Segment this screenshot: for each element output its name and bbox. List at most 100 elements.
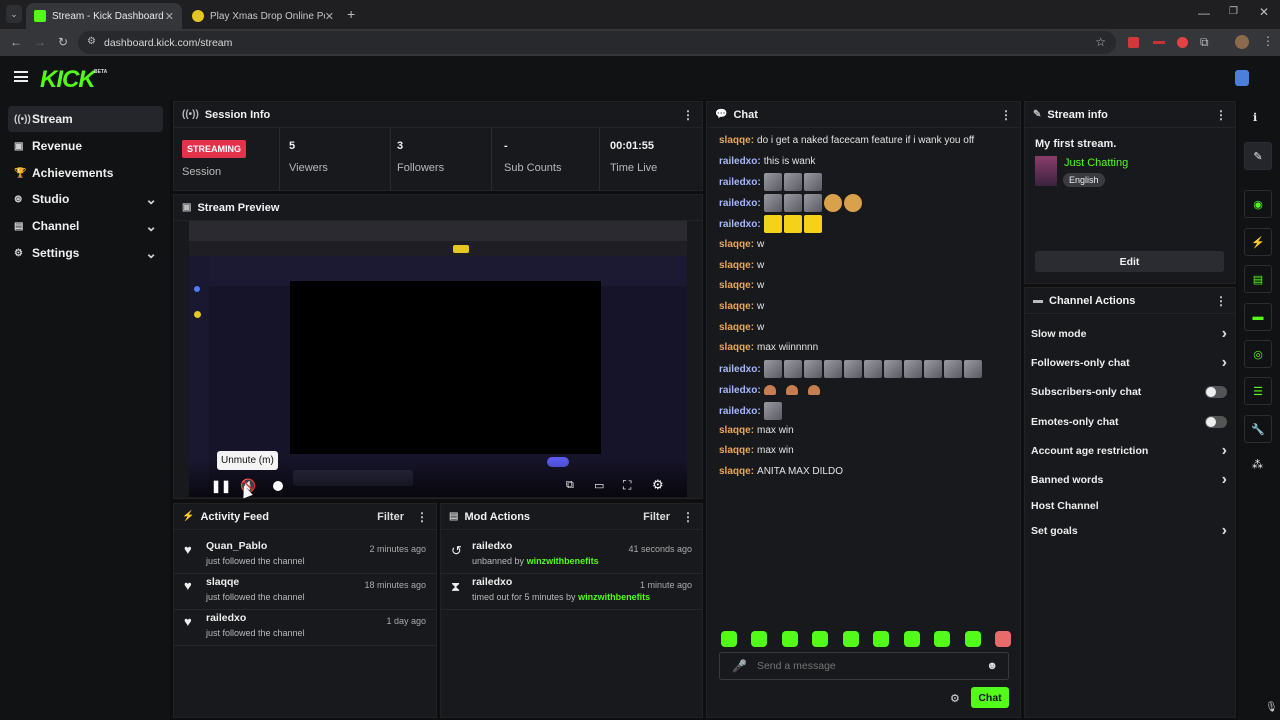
- layout-tool-icon[interactable]: ☰: [1244, 377, 1272, 405]
- chat-username[interactable]: railedxo:: [719, 198, 761, 209]
- moderator-username[interactable]: winzwithbenefits: [527, 556, 599, 566]
- quick-emote-icon[interactable]: [812, 631, 829, 647]
- chat-username[interactable]: railedxo:: [719, 364, 761, 375]
- pause-icon[interactable]: ❚❚: [211, 479, 231, 493]
- chat-send-button[interactable]: Chat: [971, 687, 1009, 708]
- reload-icon[interactable]: ↻: [58, 35, 68, 49]
- chat-username[interactable]: slaqqe:: [719, 322, 754, 333]
- chat-emote-icon[interactable]: [763, 360, 782, 378]
- chat-username[interactable]: railedxo:: [719, 406, 761, 417]
- pencil-tool-icon[interactable]: ✎: [1244, 142, 1272, 170]
- notes-tool-icon[interactable]: ▤: [1244, 265, 1272, 293]
- filter-button[interactable]: Filter: [643, 511, 670, 523]
- chat-settings-gear-icon[interactable]: ⚙: [950, 692, 960, 705]
- channel-action-set-goals[interactable]: Set goals ›: [1031, 521, 1227, 541]
- chat-emote-icon[interactable]: [783, 194, 802, 212]
- chat-emote-icon[interactable]: [763, 385, 776, 395]
- channel-action-slow-mode[interactable]: Slow mode ›: [1031, 324, 1227, 344]
- channel-action-subscribers-only-chat[interactable]: Subscribers-only chat: [1031, 382, 1227, 402]
- chat-emote-icon[interactable]: [803, 173, 822, 191]
- chat-emote-icon[interactable]: [803, 360, 822, 378]
- chat-username[interactable]: slaqqe:: [719, 301, 754, 312]
- quick-emote-icon[interactable]: [842, 631, 859, 647]
- chat-username[interactable]: railedxo:: [719, 219, 761, 230]
- quick-emote-icon[interactable]: [934, 631, 951, 647]
- url-field[interactable]: ⚙ dashboard.kick.com/stream ☆: [78, 31, 1116, 54]
- channel-action-followers-only-chat[interactable]: Followers-only chat ›: [1031, 353, 1227, 373]
- chat-input-box[interactable]: 🎤 ☻: [719, 652, 1009, 680]
- chat-emote-icon[interactable]: [783, 360, 802, 378]
- fullscreen-icon[interactable]: ⛶: [623, 478, 631, 493]
- quick-emote-icon[interactable]: [903, 631, 920, 647]
- hamburger-menu-icon[interactable]: [14, 71, 28, 82]
- quick-emote-icon[interactable]: [964, 631, 981, 647]
- wrench-tool-icon[interactable]: 🔧: [1244, 415, 1272, 443]
- kebab-menu-icon[interactable]: ⋮: [682, 510, 694, 524]
- kebab-menu-icon[interactable]: ⋮: [416, 510, 428, 524]
- category-link[interactable]: Just Chatting: [1064, 157, 1128, 169]
- browser-menu-icon[interactable]: ⋮: [1262, 34, 1274, 48]
- chat-emote-icon[interactable]: [943, 360, 962, 378]
- channel-action-banned-words[interactable]: Banned words ›: [1031, 470, 1227, 490]
- chat-emote-icon[interactable]: [883, 360, 902, 378]
- sidebar-item-revenue[interactable]: ▣ Revenue: [8, 133, 163, 159]
- edit-stream-info-button[interactable]: Edit: [1035, 251, 1224, 272]
- quick-emote-icon[interactable]: [721, 631, 737, 647]
- quick-emote-icon[interactable]: [781, 631, 798, 647]
- chat-username[interactable]: slaqqe:: [719, 342, 754, 353]
- chat-username[interactable]: slaqqe:: [719, 135, 754, 146]
- chat-emote-icon[interactable]: [843, 360, 862, 378]
- back-icon[interactable]: ←: [10, 35, 22, 49]
- sidebar-item-studio[interactable]: ⊛ Studio ⌄: [8, 186, 163, 212]
- chat-emote-icon[interactable]: [803, 194, 822, 212]
- bookmark-star-icon[interactable]: ☆: [1095, 35, 1106, 49]
- more-tools-icon[interactable]: ⁂: [1252, 458, 1263, 471]
- broadcast-tool-icon[interactable]: ◎: [1244, 340, 1272, 368]
- quick-emote-icon[interactable]: [751, 631, 768, 647]
- chevron-down-icon[interactable]: ⌄: [145, 218, 157, 235]
- quick-emote-icon[interactable]: [994, 631, 1011, 647]
- chat-username[interactable]: railedxo:: [719, 177, 761, 188]
- filter-button[interactable]: Filter: [377, 511, 404, 523]
- chat-emote-icon[interactable]: [783, 215, 802, 233]
- minimize-icon[interactable]: —: [1198, 6, 1210, 20]
- quick-emote-icon[interactable]: [873, 631, 890, 647]
- user-avatar[interactable]: [1235, 70, 1249, 86]
- chat-emote-icon[interactable]: [763, 173, 782, 191]
- sidebar-item-achievements[interactable]: 🏆 Achievements: [8, 160, 163, 186]
- sidebar-item-settings[interactable]: ⚙ Settings ⌄: [8, 240, 163, 266]
- browser-tab-pokie[interactable]: Play Xmas Drop Online Pokie | ✕: [184, 3, 342, 29]
- chat-username[interactable]: slaqqe:: [719, 239, 754, 250]
- chat-emote-icon[interactable]: [763, 194, 782, 212]
- close-tab-icon[interactable]: ✕: [165, 10, 174, 23]
- extension-icon[interactable]: [1177, 37, 1188, 48]
- chat-username[interactable]: slaqqe:: [719, 260, 754, 271]
- chat-emote-icon[interactable]: [783, 173, 802, 191]
- chat-username[interactable]: slaqqe:: [719, 445, 754, 456]
- chat-emote-icon[interactable]: [903, 360, 922, 378]
- chevron-right-icon[interactable]: ›: [1222, 354, 1227, 372]
- chat-emote-icon[interactable]: [807, 385, 820, 395]
- sidebar-item-stream[interactable]: ((•)) Stream: [8, 106, 163, 132]
- moderator-username[interactable]: winzwithbenefits: [578, 592, 650, 602]
- chat-emote-icon[interactable]: [823, 360, 842, 378]
- camera-tool-icon[interactable]: ◉: [1244, 190, 1272, 218]
- theater-mode-icon[interactable]: ▭: [594, 479, 604, 492]
- chat-username[interactable]: railedxo:: [719, 156, 761, 167]
- kick-logo[interactable]: KICK: [40, 66, 96, 94]
- kebab-menu-icon[interactable]: ⋮: [1215, 294, 1227, 308]
- chat-username[interactable]: slaqqe:: [719, 466, 754, 477]
- chat-tool-icon[interactable]: ▬: [1244, 303, 1272, 331]
- chevron-down-icon[interactable]: ⌄: [145, 191, 157, 208]
- chevron-right-icon[interactable]: ›: [1222, 442, 1227, 460]
- chat-emote-icon[interactable]: [763, 402, 782, 420]
- chat-username[interactable]: railedxo:: [719, 385, 761, 396]
- restore-icon[interactable]: ❐: [1229, 6, 1238, 17]
- chevron-right-icon[interactable]: ›: [1222, 522, 1227, 540]
- new-tab-icon[interactable]: +: [347, 6, 355, 22]
- channel-action-account-age-restriction[interactable]: Account age restriction ›: [1031, 441, 1227, 461]
- toggle-switch[interactable]: [1205, 386, 1227, 398]
- lightning-tool-icon[interactable]: ⚡: [1244, 228, 1272, 256]
- tab-search-icon[interactable]: ⌄: [6, 5, 22, 23]
- close-tab-icon[interactable]: ✕: [325, 10, 334, 23]
